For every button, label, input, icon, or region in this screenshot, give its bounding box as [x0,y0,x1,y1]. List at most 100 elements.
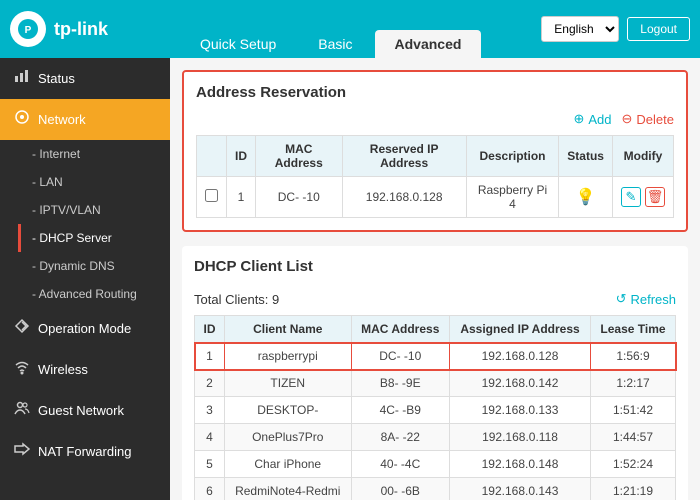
section-actions: ⊕ Add ⊖ Delete [196,111,674,127]
sidebar-sub-dhcp-label: - DHCP Server [32,231,112,245]
sidebar-sub-dhcp[interactable]: - DHCP Server [18,224,170,252]
row-checkbox-cell[interactable] [197,177,227,218]
sidebar-sub-lan[interactable]: - LAN [0,168,170,196]
status-icon [14,68,30,89]
total-clients: Total Clients: 9 [194,292,279,307]
dhcp-cell-4: 1:21:19 [591,478,676,500]
dhcp-cell-2: B8- -9E [351,370,449,397]
dhcp-cell-3: 192.168.0.148 [450,451,591,478]
dhcp-col-ip: Assigned IP Address [450,316,591,343]
sidebar-item-network[interactable]: Network [0,99,170,140]
refresh-label: Refresh [630,292,676,307]
dhcp-cell-3: 192.168.0.143 [450,478,591,500]
sidebar-sub-ddns[interactable]: - Dynamic DNS [0,252,170,280]
trash-icon[interactable]: 🗑 [645,187,665,207]
sidebar-item-nat-forwarding[interactable]: NAT Forwarding [0,431,170,472]
tab-quick-setup[interactable]: Quick Setup [180,30,296,58]
network-icon [14,109,30,130]
dhcp-table-row: 2TIZENB8- -9E192.168.0.1421:2:17 [195,370,676,397]
col-modify: Modify [612,136,673,177]
sidebar-item-operation-mode[interactable]: Operation Mode [0,308,170,349]
dhcp-client-table: ID Client Name MAC Address Assigned IP A… [194,315,676,500]
dhcp-header: DHCP Client List [194,258,676,285]
guest-network-icon [14,400,30,421]
edit-icon[interactable]: ✎ [621,187,641,207]
dhcp-col-mac: MAC Address [351,316,449,343]
sidebar-item-label-operation-mode: Operation Mode [38,321,131,336]
col-desc: Description [466,136,559,177]
row-checkbox[interactable] [205,189,218,202]
header: P tp-link Quick Setup Basic Advanced Eng… [0,0,700,58]
dhcp-cell-0: 5 [195,451,225,478]
col-ip: Reserved IP Address [342,136,466,177]
dhcp-cell-2: 4C- -B9 [351,397,449,424]
add-label: Add [588,112,611,127]
col-checkbox [197,136,227,177]
refresh-icon: ↺ [616,291,627,307]
row-description: Raspberry Pi 4 [466,177,559,218]
layout: Status Network - Internet - LAN - IPTV/V… [0,58,700,500]
dhcp-cell-4: 1:52:24 [591,451,676,478]
dhcp-cell-1: DESKTOP- [224,397,351,424]
row-mac: DC- -10 [256,177,343,218]
add-button[interactable]: ⊕ Add [573,111,611,127]
dhcp-cell-2: 8A- -22 [351,424,449,451]
delete-button[interactable]: ⊖ Delete [622,111,674,127]
dhcp-client-list-section: DHCP Client List Total Clients: 9 ↺ Refr… [182,246,688,500]
dhcp-cell-0: 6 [195,478,225,500]
add-icon: ⊕ [573,111,584,127]
bulb-icon[interactable]: 💡 [576,189,596,206]
row-status: 💡 [559,177,613,218]
col-id: ID [227,136,256,177]
sidebar-sub-advanced-routing[interactable]: - Advanced Routing [0,280,170,308]
sidebar-item-label-wireless: Wireless [38,362,88,377]
dhcp-table-row: 5Char iPhone40- -4C192.168.0.1481:52:24 [195,451,676,478]
dhcp-cell-0: 4 [195,424,225,451]
sidebar-item-label-network: Network [38,112,86,127]
sidebar-sub-iptv[interactable]: - IPTV/VLAN [0,196,170,224]
sidebar-item-label-status: Status [38,71,75,86]
sidebar-item-guest-network[interactable]: Guest Network [0,390,170,431]
sidebar: Status Network - Internet - LAN - IPTV/V… [0,58,170,500]
operation-mode-icon [14,318,30,339]
dhcp-cell-3: 192.168.0.128 [450,343,591,370]
tab-advanced[interactable]: Advanced [375,30,482,58]
tp-link-logo-icon: P [10,11,46,47]
sidebar-item-wireless[interactable]: Wireless [0,349,170,390]
sidebar-item-label-nat-forwarding: NAT Forwarding [38,444,131,459]
delete-circle-icon: ⊖ [622,111,633,127]
main-content: Address Reservation ⊕ Add ⊖ Delete ID MA… [170,58,700,500]
sidebar-sub-internet[interactable]: - Internet [0,140,170,168]
row-id: 1 [227,177,256,218]
dhcp-cell-3: 192.168.0.133 [450,397,591,424]
dhcp-cell-1: Char iPhone [224,451,351,478]
logout-button[interactable]: Logout [627,17,690,41]
address-reservation-table: ID MAC Address Reserved IP Address Descr… [196,135,674,218]
address-reservation-title: Address Reservation [196,84,674,101]
dhcp-cell-4: 1:2:17 [591,370,676,397]
dhcp-col-name: Client Name [224,316,351,343]
logo-area: P tp-link [10,11,180,47]
nat-forwarding-icon [14,441,30,462]
svg-text:P: P [25,25,32,36]
dhcp-cell-4: 1:44:57 [591,424,676,451]
dhcp-col-id: ID [195,316,225,343]
header-right: English Logout [541,16,690,42]
sidebar-item-status[interactable]: Status [0,58,170,99]
nav-tabs: Quick Setup Basic Advanced [180,0,541,58]
delete-label: Delete [636,112,674,127]
tab-basic[interactable]: Basic [298,30,372,58]
language-select[interactable]: English [541,16,619,42]
modify-icons: ✎ 🗑 [621,187,665,207]
dhcp-cell-2: 00- -6B [351,478,449,500]
dhcp-cell-1: TIZEN [224,370,351,397]
row-ip: 192.168.0.128 [342,177,466,218]
dhcp-table-row: 1raspberrypiDC- -10192.168.0.1281:56:9 [195,343,676,370]
dhcp-cell-1: RedmiNote4-Redmi [224,478,351,500]
dhcp-cell-1: OnePlus7Pro [224,424,351,451]
col-mac: MAC Address [256,136,343,177]
dhcp-col-lease: Lease Time [591,316,676,343]
dhcp-cell-1: raspberrypi [224,343,351,370]
dhcp-cell-0: 2 [195,370,225,397]
refresh-button[interactable]: ↺ Refresh [616,291,676,307]
